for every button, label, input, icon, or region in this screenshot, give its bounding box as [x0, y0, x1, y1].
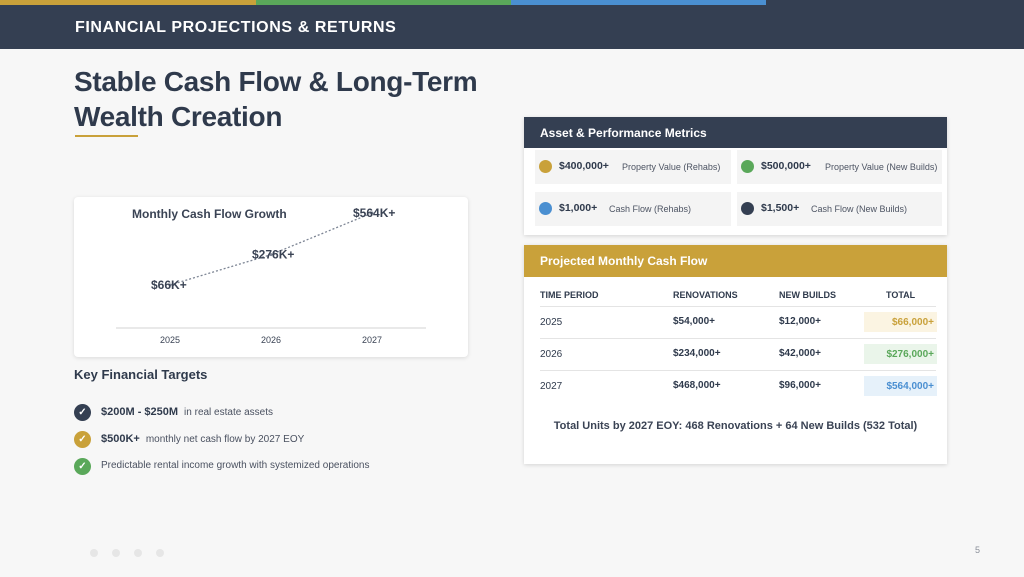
cell-new-builds: $96,000+	[779, 380, 821, 391]
target-bold: $200M - $250M	[101, 406, 179, 418]
metric-label: Cash Flow (New Builds)	[811, 204, 908, 214]
x-tick-label: 2026	[261, 335, 281, 345]
cash-flow-chart: $66K+ 2025 $276K+ 2026 $564K+ 2027	[116, 206, 426, 345]
metric-value: $1,500+	[761, 202, 800, 214]
metric-value: $500,000+	[761, 160, 811, 172]
page-number: 5	[975, 545, 981, 555]
data-label: $66K+	[151, 278, 187, 292]
cell-period: 2025	[540, 317, 563, 328]
check-icon: ✓	[74, 404, 91, 421]
cell-new-builds: $12,000+	[779, 316, 821, 327]
key-targets-heading: Key Financial Targets	[74, 367, 208, 382]
metrics-card-heading: Asset & Performance Metrics	[524, 117, 947, 148]
column-header-total: TOTAL	[886, 290, 916, 300]
row-divider	[540, 370, 936, 371]
check-icon: ✓	[74, 431, 91, 448]
metric-value: $1,000+	[559, 202, 598, 214]
title-underline	[75, 135, 138, 137]
metric-cash-flow-rehabs: $1,000+ Cash Flow (Rehabs)	[535, 192, 731, 226]
status-dot	[539, 202, 552, 215]
cell-total: $564,000+	[864, 376, 937, 396]
cell-period: 2026	[540, 349, 563, 360]
column-header-renovations: RENOVATIONS	[673, 290, 738, 300]
metric-property-value-rehabs: $400,000+ Property Value (Rehabs)	[535, 150, 731, 184]
target-text: monthly net cash flow by 2027 EOY	[145, 434, 305, 445]
header-title: FINANCIAL PROJECTIONS & RETURNS	[75, 19, 397, 36]
metric-label: Property Value (Rehabs)	[622, 162, 721, 172]
metric-label: Property Value (New Builds)	[825, 162, 938, 172]
cash-flow-card-heading: Projected Monthly Cash Flow	[524, 245, 947, 277]
slide-dot	[134, 549, 142, 557]
data-label: $564K+	[353, 206, 395, 220]
chart-title: Monthly Cash Flow Growth	[132, 207, 287, 221]
metric-value: $400,000+	[559, 160, 609, 172]
row-divider	[540, 338, 936, 339]
asset-metrics-card: Asset & Performance Metrics $400,000+ Pr…	[524, 117, 947, 235]
status-dot	[741, 202, 754, 215]
header-bar: FINANCIAL PROJECTIONS & RETURNS	[0, 5, 1024, 49]
data-label: $276K+	[252, 248, 294, 262]
row-divider	[540, 306, 936, 307]
target-bold: $500K+	[101, 433, 140, 445]
x-tick-label: 2027	[362, 335, 382, 345]
slide-dot	[112, 549, 120, 557]
check-icon: ✓	[74, 458, 91, 475]
metric-label: Cash Flow (Rehabs)	[609, 204, 692, 214]
cash-flow-chart-card: $66K+ 2025 $276K+ 2026 $564K+ 2027 Monthly Ca…	[74, 197, 468, 357]
target-text: in real estate assets	[184, 407, 273, 418]
cell-total: $276,000+	[864, 344, 937, 364]
slide-dot	[156, 549, 164, 557]
status-dot	[741, 160, 754, 173]
cell-period: 2027	[540, 381, 563, 392]
cell-renovations: $468,000+	[673, 380, 721, 391]
cell-renovations: $54,000+	[673, 316, 715, 327]
page-title: Stable Cash Flow & Long-Term Wealth Crea…	[74, 66, 478, 132]
cell-renovations: $234,000+	[673, 348, 721, 359]
column-header-time-period: TIME PERIOD	[540, 290, 599, 300]
units-summary: Total Units by 2027 EOY: 468 Renovations…	[553, 420, 918, 432]
slide-dot	[90, 549, 98, 557]
target-text: Predictable rental income growth with sy…	[101, 460, 370, 471]
column-header-new-builds: NEW BUILDS	[779, 290, 836, 300]
metric-cash-flow-new-builds: $1,500+ Cash Flow (New Builds)	[737, 192, 942, 226]
projected-cash-flow-card: Projected Monthly Cash Flow TIME PERIOD …	[524, 245, 947, 464]
x-tick-label: 2025	[160, 335, 180, 345]
cell-total: $66,000+	[864, 312, 937, 332]
cell-new-builds: $42,000+	[779, 348, 821, 359]
metric-property-value-new-builds: $500,000+ Property Value (New Builds)	[737, 150, 942, 184]
status-dot	[539, 160, 552, 173]
